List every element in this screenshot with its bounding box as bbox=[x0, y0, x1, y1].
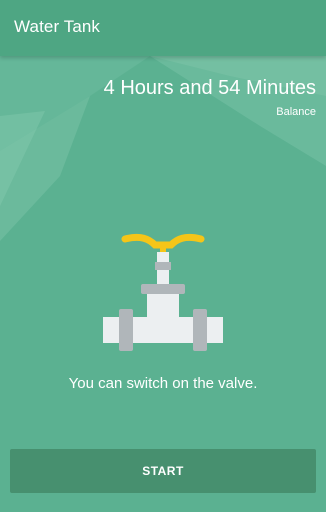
start-button[interactable]: START bbox=[10, 449, 316, 493]
valve-icon bbox=[103, 233, 223, 351]
bottom-strip bbox=[0, 494, 326, 512]
app-title: Water Tank bbox=[14, 17, 101, 36]
balance-label: Balance bbox=[276, 106, 316, 118]
valve-status-message: You can switch on the valve. bbox=[68, 375, 258, 392]
balance-value: 4 Hours and 54 Minutes bbox=[103, 77, 316, 99]
app-bar: Water Tank bbox=[0, 0, 326, 56]
